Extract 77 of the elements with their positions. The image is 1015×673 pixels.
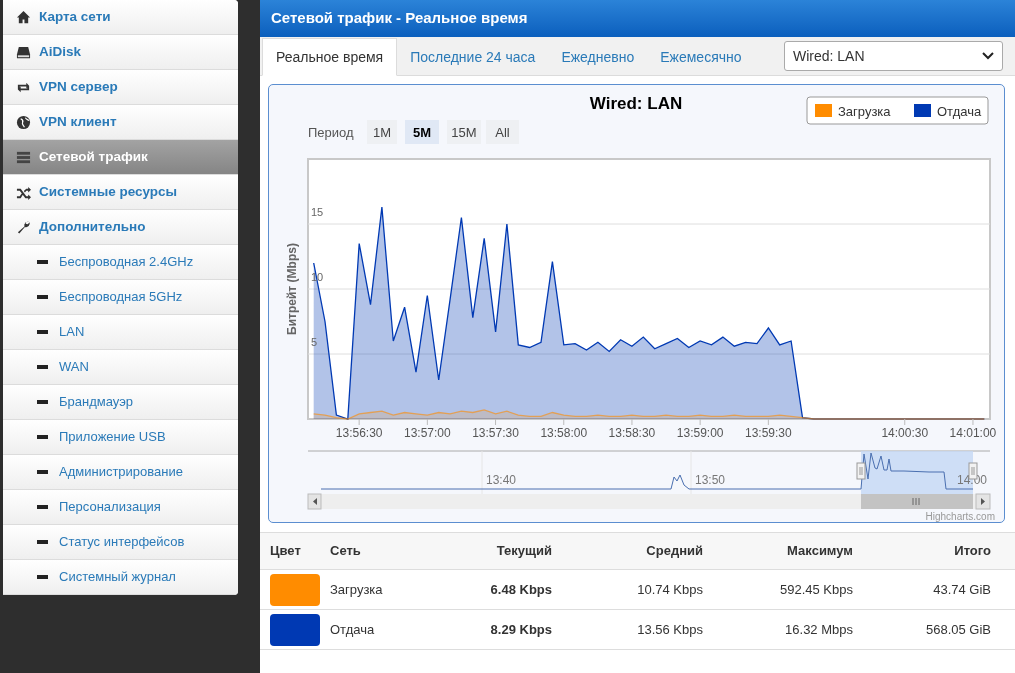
x-tick-label: 13:56:30: [335, 426, 383, 440]
x-tick: [426, 418, 428, 426]
chart-credit-link[interactable]: Highcharts.com: [925, 511, 995, 522]
dash-icon: [37, 435, 48, 439]
navigator-handle[interactable]: [856, 462, 866, 480]
x-tick-label: 13:57:30: [472, 426, 519, 440]
dash-icon: [37, 470, 48, 474]
x-tick-label: 13:58:30: [608, 426, 656, 440]
wrench-icon: [16, 219, 31, 235]
dash-icon: [37, 505, 48, 509]
legend-label[interactable]: Загрузка: [838, 104, 891, 119]
range-button[interactable]: 5M: [405, 120, 439, 144]
chart-title: Wired: LAN: [589, 94, 683, 113]
table-cell-text: 6.48 Kbps: [489, 580, 552, 599]
navigator-time-label: 13:50: [695, 473, 726, 487]
table-cell-text: 568.05 GiB: [924, 620, 992, 639]
panel-title-bar: Сетевой трафик - Реальное время: [260, 0, 1015, 37]
tab[interactable]: Реальное время: [262, 38, 398, 76]
x-tick: [563, 418, 565, 426]
globe-icon: [16, 114, 31, 130]
shuffle-icon: [16, 184, 31, 200]
chevron-icon: [982, 52, 994, 60]
column-header: Итого: [953, 542, 992, 561]
y-tick-label: 15: [311, 206, 324, 218]
x-tick-label: 14:00:30: [881, 426, 929, 440]
x-tick: [699, 418, 701, 426]
table-cell-text: 8.29 Kbps: [489, 620, 552, 639]
navigator-time-label: 13:40: [486, 473, 517, 487]
x-tick-label: 14:01:00: [949, 426, 997, 440]
x-tick: [767, 418, 769, 426]
table-cell-text: 592.45 Kbps: [779, 580, 853, 599]
table-cell-text: Отдача: [330, 620, 376, 639]
x-tick: [631, 418, 633, 426]
list-icon: [16, 149, 31, 165]
x-tick: [495, 418, 497, 426]
x-tick: [358, 418, 360, 426]
column-header: Текущий: [495, 542, 552, 561]
dash-icon: [37, 295, 48, 299]
y-axis-title: Битрейт (Mbps): [285, 243, 299, 335]
tab[interactable]: Ежемесячно: [647, 38, 755, 76]
sidebar-item[interactable]: Сетевой трафик: [3, 140, 238, 175]
column-header: Цвет: [269, 542, 302, 561]
column-header: Сеть: [330, 542, 362, 561]
table-cell-text: Загрузка: [330, 580, 384, 599]
interface-select[interactable]: Wired: LAN: [784, 41, 1003, 71]
column-header: Средний: [645, 542, 703, 561]
y-tick-label: 5: [311, 336, 318, 348]
home-icon: [16, 9, 31, 25]
dash-icon: [37, 260, 48, 264]
table-cell-text: 16.32 Mbps: [784, 620, 853, 639]
legend-label[interactable]: Отдача: [937, 104, 982, 119]
scroll-right-button[interactable]: [975, 493, 991, 510]
dash-icon: [37, 575, 48, 579]
dash-icon: [37, 365, 48, 369]
hard-drive-icon: [16, 44, 31, 60]
period-label: Период: [308, 125, 354, 140]
range-button[interactable]: 15M: [447, 120, 481, 144]
x-tick: [904, 418, 906, 426]
table-cell-text: 10.74 Kbps: [636, 580, 703, 599]
x-tick-label: 13:59:30: [745, 426, 792, 440]
sidebar-item[interactable]: Карта сети: [3, 0, 238, 35]
dash-icon: [37, 400, 48, 404]
x-tick-label: 13:57:00: [404, 426, 451, 440]
tab[interactable]: Последние 24 часа: [397, 38, 549, 76]
tab[interactable]: Ежедневно: [548, 38, 648, 76]
x-tick: [972, 418, 974, 426]
scroll-left-button[interactable]: [307, 493, 322, 510]
range-button[interactable]: All: [486, 120, 519, 144]
table-cell-text: 13.56 Kbps: [636, 620, 703, 639]
scrollbar-thumb[interactable]: [861, 494, 973, 509]
table-cell-text: 43.74 GiB: [932, 580, 992, 599]
dash-icon: [37, 330, 48, 334]
x-tick-label: 13:58:00: [540, 426, 588, 440]
x-tick-label: 13:59:00: [676, 426, 724, 440]
range-button[interactable]: 1M: [367, 120, 397, 144]
column-header: Максимум: [786, 542, 853, 561]
dash-icon: [37, 540, 48, 544]
